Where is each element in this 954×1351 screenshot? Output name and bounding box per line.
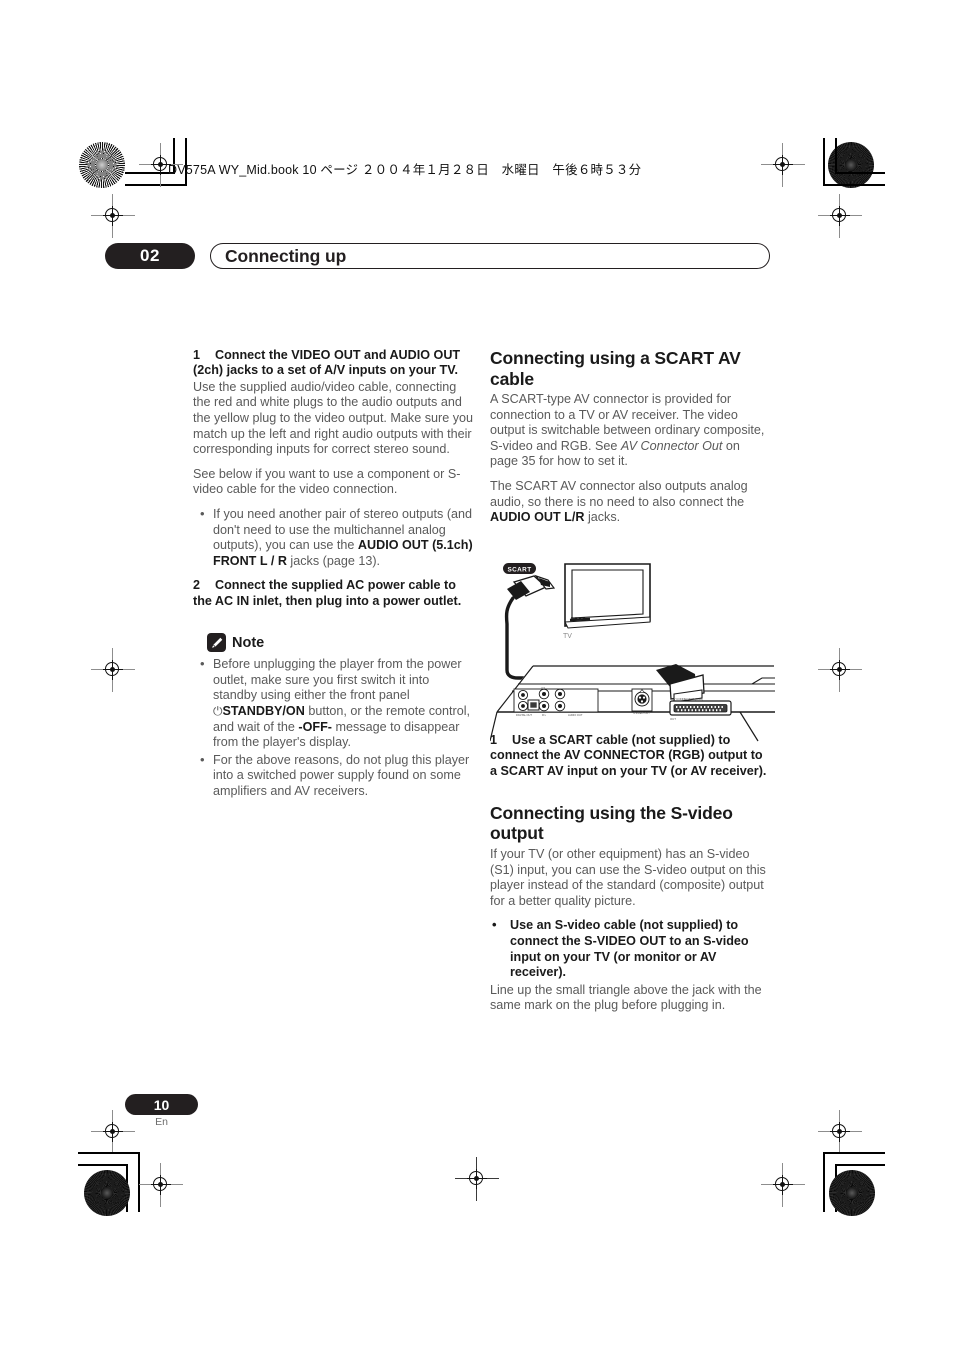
svg-text:DIGITAL OUT: DIGITAL OUT (516, 713, 532, 717)
svg-text:R L: R L (542, 713, 547, 717)
page-language: En (155, 1116, 168, 1128)
note-bullet-list: Before unplugging the player from the po… (193, 656, 474, 800)
note-bullet-1-bold-1: STANDBY/ON (222, 703, 305, 718)
rca-jack-cluster: DIGITAL OUT 2ch R L AUDIO OUT (513, 686, 599, 717)
power-icon: ⏻ (213, 703, 223, 718)
list-item: If you need another pair of stereo outpu… (193, 506, 474, 569)
registration-mark-top-right (761, 143, 805, 187)
registration-mark-left-middle (91, 648, 135, 692)
registration-mark-bottom-center (455, 1157, 499, 1201)
scart-para-2-part-1: The SCART AV connector also outputs anal… (490, 478, 748, 509)
note-bullet-1-part-1: Before unplugging the player from the po… (213, 657, 462, 703)
step-2-number: 2 (193, 578, 201, 593)
scart-plug-tv (507, 574, 556, 600)
step-1-heading-text: Connect the VIDEO OUT and AUDIO OUT (2ch… (193, 348, 461, 378)
registration-mark-right-upper (818, 194, 862, 238)
print-density-target-bottom-right (829, 1170, 875, 1216)
svg-text:S-VIDEO OUT: S-VIDEO OUT (633, 711, 650, 715)
step-1-body-2: See below if you want to use a component… (193, 466, 461, 497)
pencil-icon (207, 633, 226, 653)
manual-page: DV575A WY_Mid.book 10 ページ ２００４年１月２８日 水曜日… (0, 0, 954, 1351)
note-header: Note (207, 633, 474, 653)
svg-text:SCART: SCART (507, 566, 531, 573)
step-1-body: Use the supplied audio/video cable, conn… (193, 379, 474, 457)
scart-badge: SCART (503, 563, 536, 574)
left-column: 1 Connect the VIDEO OUT and AUDIO OUT (2c… (193, 348, 474, 809)
s-video-jack: S-VIDEO OUT (631, 688, 653, 715)
svg-text:2ch: 2ch (541, 686, 546, 690)
svg-text:OUT: OUT (670, 717, 676, 721)
tv-illustration (564, 563, 651, 629)
note-bullet-1-bold-2: -OFF- (298, 719, 332, 734)
print-density-target-top-left (79, 142, 125, 188)
svideo-paragraph-1: If your TV (or other equipment) has an S… (490, 846, 766, 908)
step-2-heading-text: Connect the supplied AC power cable to t… (193, 578, 462, 608)
list-item: Use an S-video cable (not supplied) to c… (490, 917, 771, 980)
registration-mark-right-middle (818, 648, 862, 692)
registration-mark-bottom-right (761, 1163, 805, 1207)
step-1-bullet-list: If you need another pair of stereo outpu… (193, 506, 474, 569)
scart-para-2-part-2: jacks. (584, 510, 621, 525)
scart-para-2-bold: AUDIO OUT L/R (490, 510, 585, 525)
registration-mark-right-lower (818, 1110, 862, 1154)
svg-text:AUDIO OUT: AUDIO OUT (568, 713, 583, 717)
scart-para-1-italic: AV Connector Out (620, 438, 723, 453)
svideo-section-heading: Connecting using the S-video output (490, 802, 733, 844)
list-item: For the above reasons, do not plug this … (193, 752, 474, 800)
chapter-number: 02 (105, 243, 195, 269)
registration-mark-bottom-left (139, 1163, 183, 1207)
scart-section-heading: Connecting using a SCART AV cable (490, 348, 741, 389)
svideo-paragraph-2: Line up the small triangle above the jac… (490, 982, 762, 1013)
step-1-number: 1 (193, 348, 201, 362)
scart-paragraph-1: A SCART-type AV connector is provided fo… (490, 392, 771, 470)
svg-text:AV CONNECTOR (RGB): AV CONNECTOR (RGB) (672, 697, 703, 701)
scart-paragraph-2: The SCART AV connector also outputs anal… (490, 479, 771, 526)
chapter-title: Connecting up (225, 245, 347, 266)
tv-label: TV (563, 633, 572, 640)
chapter-banner: 02 Connecting up (105, 243, 770, 269)
scart-connection-diagram: TV SCART DIGITAL OUT 2ch R L AUDIO OUT S… (490, 556, 775, 746)
list-item: Before unplugging the player from the po… (193, 656, 474, 751)
registration-mark-left-upper (91, 194, 135, 238)
page-number: 10 (125, 1094, 198, 1115)
scart-socket: AV CONNECTOR (RGB) OUT (669, 697, 732, 721)
book-file-header: DV575A WY_Mid.book 10 ページ ２００４年１月２８日 水曜日… (168, 163, 642, 177)
step-1-heading: 1 Connect the VIDEO OUT and AUDIO OUT (2c… (193, 348, 474, 379)
svideo-bullet-list: Use an S-video cable (not supplied) to c… (490, 917, 771, 980)
step-2-heading: 2 Connect the supplied AC power cable to … (193, 578, 474, 609)
print-density-target-bottom-left (84, 1170, 130, 1216)
bullet-text-part-2: jacks (page 13). (286, 553, 381, 568)
registration-mark-left-lower (91, 1110, 135, 1154)
note-label: Note (232, 634, 265, 651)
